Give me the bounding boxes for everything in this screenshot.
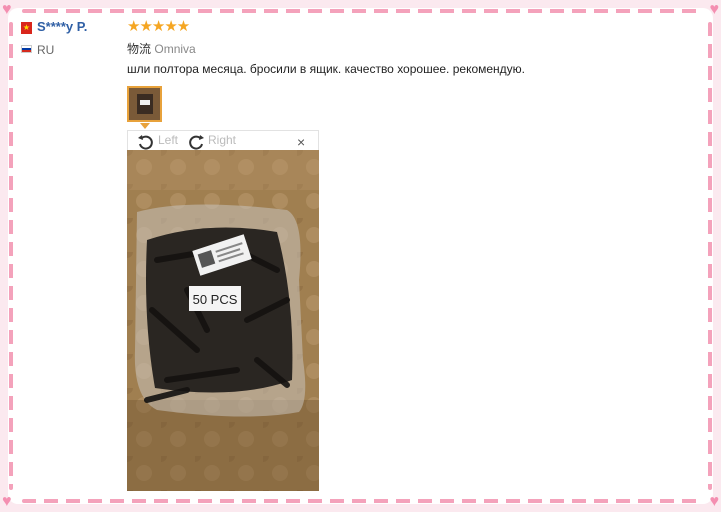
rotate-left-icon[interactable]: [137, 133, 155, 151]
close-icon[interactable]: ×: [297, 135, 305, 149]
logistics-info: 物流 Omniva: [127, 40, 196, 57]
logistics-value: Omniva: [154, 42, 196, 56]
reviewer-country: RU: [37, 43, 55, 57]
thumbnail-pointer: [140, 123, 150, 129]
image-viewer-toolbar: Left Right: [127, 130, 319, 150]
user-level-icon: ★: [21, 22, 32, 34]
logistics-label: 物流: [127, 42, 152, 56]
reviewer-name[interactable]: S****y P.: [37, 19, 87, 34]
photo-image: 50 PCS: [127, 150, 319, 491]
review-card: ★ S****y P. RU ★★★★★ 物流 Omniva шли полто…: [0, 0, 721, 512]
review-photo: 50 PCS: [127, 150, 319, 491]
review-text: шли полтора месяца. бросили в ящик. каче…: [127, 62, 526, 76]
rating-stars: ★★★★★: [127, 18, 190, 35]
rotate-left-button[interactable]: Left: [158, 133, 178, 147]
rotate-right-icon[interactable]: [187, 133, 205, 151]
thumbnail-label: [140, 100, 150, 105]
pcs-label: 50 PCS: [193, 292, 238, 307]
rotate-right-button[interactable]: Right: [208, 133, 236, 147]
russia-flag-icon: [21, 45, 32, 53]
photo-thumbnail[interactable]: [127, 86, 162, 122]
